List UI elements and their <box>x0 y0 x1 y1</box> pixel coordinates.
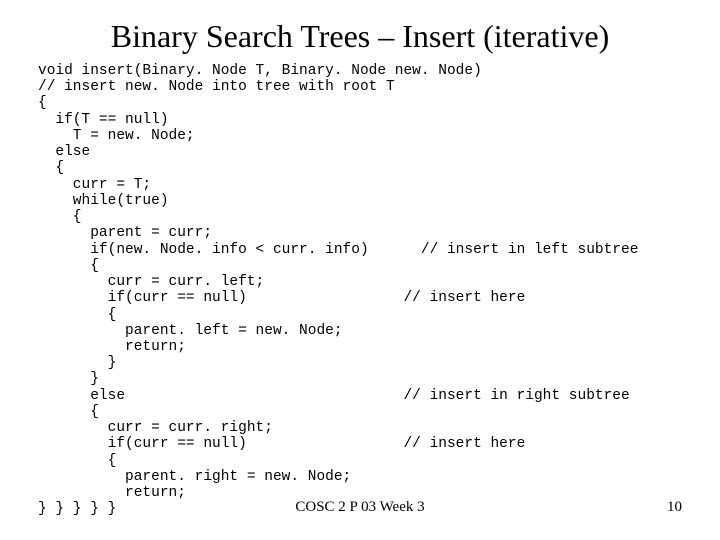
code-block: void insert(Binary. Node T, Binary. Node… <box>0 63 720 518</box>
slide-title: Binary Search Trees – Insert (iterative) <box>0 0 720 63</box>
slide: Binary Search Trees – Insert (iterative)… <box>0 0 720 540</box>
page-number: 10 <box>667 499 682 516</box>
footer-label: COSC 2 P 03 Week 3 <box>0 499 720 516</box>
